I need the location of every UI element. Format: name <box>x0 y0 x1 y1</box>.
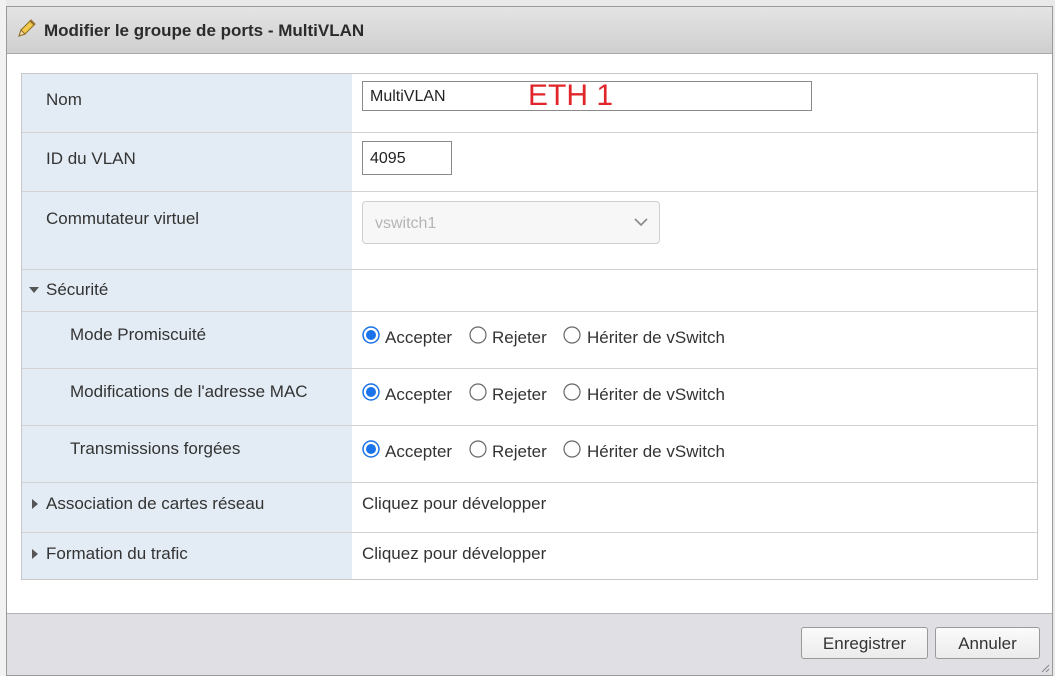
traffic-shaping-value-cell[interactable]: Cliquez pour développer <box>352 533 1037 579</box>
vlan-label-cell: ID du VLAN <box>22 133 352 191</box>
name-value-cell: MultiVLAN ETH 1 <box>352 74 1037 132</box>
accept-option-label: Accepter <box>385 385 453 404</box>
settings-grid: Nom MultiVLAN ETH 1 ID du VLAN 4095 Comm… <box>21 73 1038 580</box>
inherit-radio[interactable] <box>563 440 581 458</box>
promiscuous-options: Accepter Rejeter Hériter de vSwitch <box>352 312 1037 368</box>
security-label: Sécurité <box>46 280 109 299</box>
chevron-down-icon <box>634 218 648 227</box>
security-section-row[interactable]: Sécurité <box>22 270 1037 312</box>
security-label-cell: Sécurité <box>22 270 352 311</box>
traffic-shaping-row[interactable]: Formation du trafic Cliquez pour dévelop… <box>22 533 1037 579</box>
name-input[interactable]: MultiVLAN ETH 1 <box>362 79 812 112</box>
mac-changes-label: Modifications de l'adresse MAC <box>70 382 308 401</box>
traffic-shaping-label: Formation du trafic <box>46 544 188 563</box>
dialog-footer: Enregistrer Annuler <box>7 613 1052 675</box>
name-label-cell: Nom <box>22 74 352 132</box>
reject-option-label: Rejeter <box>492 385 547 404</box>
reject-option-label: Rejeter <box>492 442 547 461</box>
vswitch-select[interactable]: vswitch1 <box>362 201 660 244</box>
inherit-radio[interactable] <box>563 326 581 344</box>
vlan-value-cell: 4095 <box>352 133 1037 191</box>
forged-transmits-options: Accepter Rejeter Hériter de vSwitch <box>352 426 1037 482</box>
name-label: Nom <box>46 90 82 109</box>
save-button[interactable]: Enregistrer <box>801 627 928 659</box>
expanded-triangle-icon[interactable] <box>29 286 39 294</box>
accept-radio-selected[interactable] <box>362 383 380 401</box>
nic-teaming-row[interactable]: Association de cartes réseau Cliquez pou… <box>22 483 1037 533</box>
expand-hint[interactable]: Cliquez pour développer <box>362 494 546 514</box>
mac-changes-options: Accepter Rejeter Hériter de vSwitch <box>352 369 1037 425</box>
vswitch-row: Commutateur virtuel vswitch1 <box>22 192 1037 270</box>
name-row: Nom MultiVLAN ETH 1 <box>22 74 1037 133</box>
inherit-radio[interactable] <box>563 383 581 401</box>
dialog-titlebar[interactable]: Modifier le groupe de ports - MultiVLAN <box>7 7 1052 54</box>
accept-radio-selected[interactable] <box>362 440 380 458</box>
security-value-cell <box>352 270 1037 311</box>
resize-grip-icon[interactable] <box>1040 663 1050 673</box>
forged-transmits-row: Transmissions forgées Accepter Rejeter H… <box>22 426 1037 483</box>
collapsed-triangle-icon[interactable] <box>31 549 39 559</box>
vswitch-label: Commutateur virtuel <box>46 209 200 228</box>
inherit-option-label: Hériter de vSwitch <box>587 442 725 461</box>
promiscuous-row: Mode Promiscuité Accepter Rejeter Hérite… <box>22 312 1037 369</box>
promiscuous-label-cell: Mode Promiscuité <box>22 312 352 368</box>
nic-teaming-label-cell: Association de cartes réseau <box>22 483 352 532</box>
expand-hint[interactable]: Cliquez pour développer <box>362 544 546 564</box>
mac-changes-label-cell: Modifications de l'adresse MAC <box>22 369 352 425</box>
reject-radio[interactable] <box>469 326 487 344</box>
edit-port-group-dialog: Modifier le groupe de ports - MultiVLAN … <box>6 6 1053 676</box>
forged-transmits-label: Transmissions forgées <box>70 439 241 458</box>
forged-transmits-label-cell: Transmissions forgées <box>22 426 352 482</box>
nic-teaming-value-cell[interactable]: Cliquez pour développer <box>352 483 1037 532</box>
inherit-option-label: Hériter de vSwitch <box>587 385 725 404</box>
accept-radio-selected[interactable] <box>362 326 380 344</box>
vlan-id-input[interactable]: 4095 <box>362 141 452 175</box>
vswitch-value-cell: vswitch1 <box>352 192 1037 269</box>
promiscuous-label: Mode Promiscuité <box>70 325 207 344</box>
collapsed-triangle-icon[interactable] <box>31 499 39 509</box>
cancel-button[interactable]: Annuler <box>935 627 1040 659</box>
vswitch-select-value: vswitch1 <box>375 215 437 232</box>
traffic-shaping-label-cell: Formation du trafic <box>22 533 352 579</box>
mac-changes-row: Modifications de l'adresse MAC Accepter … <box>22 369 1037 426</box>
name-input-value: MultiVLAN <box>370 88 446 105</box>
dialog-title: Modifier le groupe de ports - MultiVLAN <box>44 21 365 40</box>
handwritten-annotation: ETH 1 <box>528 79 614 112</box>
pencil-icon <box>18 19 36 37</box>
vlan-id-value: 4095 <box>370 150 406 167</box>
accept-option-label: Accepter <box>385 442 453 461</box>
reject-option-label: Rejeter <box>492 328 547 347</box>
vswitch-label-cell: Commutateur virtuel <box>22 192 352 269</box>
reject-radio[interactable] <box>469 383 487 401</box>
inherit-option-label: Hériter de vSwitch <box>587 328 725 347</box>
vlan-row: ID du VLAN 4095 <box>22 133 1037 192</box>
nic-teaming-label: Association de cartes réseau <box>46 494 265 513</box>
vlan-label: ID du VLAN <box>46 149 136 168</box>
accept-option-label: Accepter <box>385 328 453 347</box>
reject-radio[interactable] <box>469 440 487 458</box>
